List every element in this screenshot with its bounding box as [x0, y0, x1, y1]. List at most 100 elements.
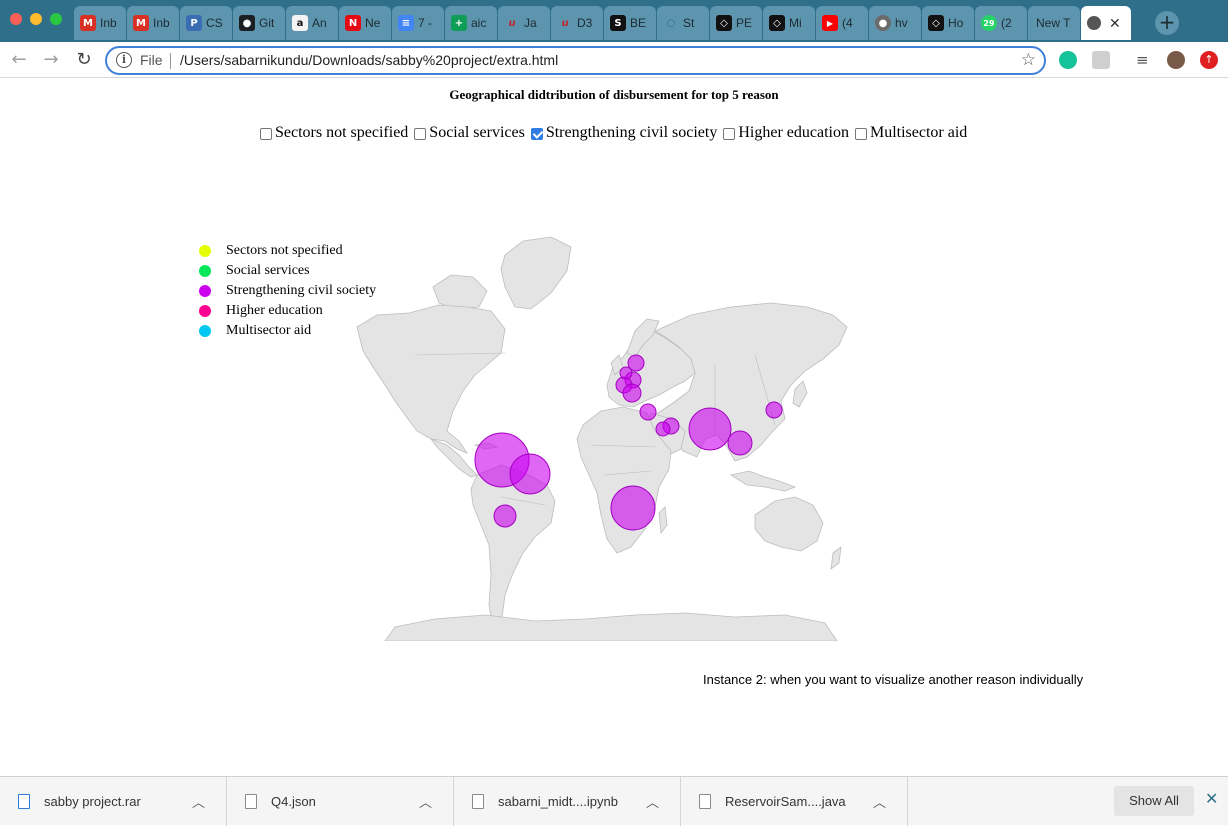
docs-icon: ≡: [398, 15, 414, 31]
java-file-icon: [699, 794, 711, 809]
tab[interactable]: + aic: [445, 6, 497, 40]
bookmark-star-icon[interactable]: ☆: [1021, 50, 1036, 70]
active-tab[interactable]: ✕: [1081, 6, 1131, 40]
download-name: sabby project.rar: [44, 794, 141, 809]
download-item[interactable]: Q4.json ︿: [227, 777, 454, 826]
show-all-button[interactable]: Show All: [1114, 786, 1194, 816]
legend-item: Sectors not specified: [198, 241, 376, 261]
url-separator: [170, 53, 171, 69]
tab-label: (4: [842, 16, 853, 30]
bubble-philippines[interactable]: [765, 401, 783, 419]
back-button[interactable]: ←: [8, 49, 30, 71]
forward-button[interactable]: →: [40, 49, 62, 71]
browser-toolbar: ← → ↻ i File /Users/sabarnikundu/Downloa…: [0, 42, 1228, 78]
checkbox[interactable]: [723, 128, 736, 140]
tab[interactable]: S BE: [604, 6, 656, 40]
netflix-icon: N: [345, 15, 361, 31]
filter-strengthening-civil-society[interactable]: Strengthening civil society: [530, 124, 717, 142]
tab[interactable]: M Inb: [74, 6, 126, 40]
close-window-button[interactable]: [10, 13, 22, 25]
tab[interactable]: New T: [1028, 6, 1080, 40]
download-item[interactable]: sabarni_midt....ipynb ︿: [454, 777, 681, 826]
chevron-up-icon[interactable]: ︿: [873, 792, 886, 811]
tab-label: hv: [895, 16, 908, 30]
download-item[interactable]: ReservoirSam....java ︿: [681, 777, 908, 826]
address-bar[interactable]: i File /Users/sabarnikundu/Downloads/sab…: [105, 46, 1046, 75]
map-antarctica: [384, 612, 838, 641]
tab[interactable]: ≡ 7 -: [392, 6, 444, 40]
checkbox[interactable]: [260, 128, 272, 140]
tab[interactable]: P CS: [180, 6, 232, 40]
filter-label: Sectors not specified: [275, 124, 409, 141]
legend-dot: [199, 245, 211, 257]
filter-social-services[interactable]: Social services: [414, 124, 525, 142]
avatar[interactable]: [1167, 51, 1185, 69]
extension-icon[interactable]: [1092, 51, 1110, 69]
bubble-chile[interactable]: [493, 504, 517, 528]
bubble-egypt[interactable]: [639, 403, 657, 421]
tab[interactable]: ◇ Ho: [922, 6, 974, 40]
download-item[interactable]: sabby project.rar ︿: [0, 777, 227, 826]
tab[interactable]: 29 (2: [975, 6, 1027, 40]
tab[interactable]: ● hv: [869, 6, 921, 40]
legend-item: Higher education: [198, 301, 376, 321]
close-shelf-icon[interactable]: ✕: [1205, 789, 1218, 808]
tab[interactable]: N Ne: [339, 6, 391, 40]
legend-item: Social services: [198, 261, 376, 281]
bubble-italy[interactable]: [622, 383, 642, 403]
maximize-window-button[interactable]: [50, 13, 62, 25]
tab-label: BE: [630, 16, 647, 30]
chevron-up-icon[interactable]: ︿: [419, 792, 432, 811]
close-tab-icon[interactable]: ✕: [1109, 15, 1121, 32]
download-name: ReservoirSam....java: [725, 794, 846, 809]
codepen-icon: ◇: [716, 15, 732, 31]
bubble-yemen[interactable]: [655, 421, 671, 437]
chevron-up-icon[interactable]: ︿: [646, 792, 659, 811]
filter-sectors-not-specified[interactable]: Sectors not specified: [260, 124, 408, 142]
page-title: Geographical didtribution of disbursemen…: [449, 87, 779, 102]
tab[interactable]: ○ St: [657, 6, 709, 40]
tab[interactable]: u D3: [551, 6, 603, 40]
s-icon: S: [610, 15, 626, 31]
p-icon: P: [186, 15, 202, 31]
legend: Sectors not specified Social services St…: [198, 241, 376, 341]
reload-button[interactable]: ↻: [73, 49, 95, 71]
filter-multisector-aid[interactable]: Multisector aid: [854, 124, 968, 142]
info-icon[interactable]: i: [116, 52, 132, 68]
bubble-india[interactable]: [688, 407, 732, 451]
checkbox[interactable]: [854, 128, 867, 140]
tab-strip: M Inb M Inb P CS ● Git a An N Ne ≡ 7 - + aic u Ja…: [0, 0, 1228, 42]
tab[interactable]: ◇ Mi: [763, 6, 815, 40]
tab[interactable]: ● Git: [233, 6, 285, 40]
tab[interactable]: a An: [286, 6, 338, 40]
media-icon[interactable]: ≡: [1136, 51, 1154, 69]
tab[interactable]: M Inb: [127, 6, 179, 40]
bubble-myanmar[interactable]: [727, 430, 753, 456]
map-japan: [792, 380, 808, 408]
tab-label: PE: [736, 16, 753, 30]
archive-file-icon: [18, 794, 30, 809]
checkbox-checked[interactable]: [530, 128, 543, 140]
grammarly-icon[interactable]: [1059, 51, 1077, 69]
legend-dot: [199, 265, 211, 277]
tab-label: St: [683, 16, 695, 30]
bubble-brazil[interactable]: [509, 453, 551, 495]
minimize-window-button[interactable]: [30, 13, 42, 25]
tab-label: 7 -: [418, 16, 433, 30]
codepen-icon: ◇: [928, 15, 944, 31]
new-tab-button[interactable]: +: [1155, 11, 1179, 35]
chevron-up-icon[interactable]: ︿: [192, 792, 205, 811]
bubble-south-africa[interactable]: [610, 485, 656, 531]
map-indonesia: [729, 470, 797, 492]
map-greenland: [500, 236, 572, 310]
checkbox[interactable]: [414, 128, 427, 140]
tab[interactable]: u Ja: [498, 6, 550, 40]
url-text[interactable]: /Users/sabarnikundu/Downloads/sabby%20pr…: [180, 52, 558, 68]
tab[interactable]: ◇ PE: [710, 6, 762, 40]
filter-higher-education[interactable]: Higher education: [723, 124, 849, 142]
filter-label: Multisector aid: [869, 124, 968, 141]
update-icon[interactable]: ↑: [1200, 51, 1218, 69]
bubble-uk[interactable]: [619, 366, 633, 380]
tab[interactable]: ▶ (4: [816, 6, 868, 40]
file-icon: [472, 794, 484, 809]
